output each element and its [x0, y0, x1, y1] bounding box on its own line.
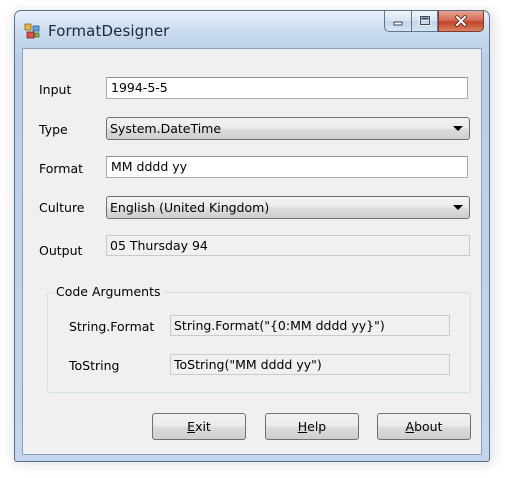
- code-arguments-group: Code Arguments String.Format String.Form…: [47, 284, 471, 393]
- help-label-rest: elp: [307, 419, 327, 434]
- maximize-button[interactable]: [411, 11, 438, 32]
- type-label: Type: [39, 122, 68, 137]
- app-window: FormatDesigner Input 1994-5-5 Type Syste…: [14, 10, 490, 462]
- client-area: Input 1994-5-5 Type System.DateTime Form…: [22, 48, 482, 455]
- culture-select[interactable]: English (United Kingdom): [106, 196, 470, 219]
- caption-buttons: [384, 11, 484, 33]
- chevron-down-icon: [453, 126, 463, 131]
- about-mnemonic: A: [405, 419, 415, 434]
- string-format-field[interactable]: String.Format("{0:MM dddd yy}"): [170, 315, 450, 336]
- type-select-value: System.DateTime: [110, 121, 222, 136]
- help-button[interactable]: Help: [265, 413, 359, 440]
- title-bar[interactable]: FormatDesigner: [15, 11, 489, 48]
- tostring-field[interactable]: ToString("MM dddd yy"): [170, 354, 450, 375]
- output-field[interactable]: 05 Thursday 94: [106, 235, 470, 256]
- window-title: FormatDesigner: [48, 22, 170, 40]
- chevron-down-icon: [453, 205, 463, 210]
- input-label: Input: [39, 82, 72, 97]
- about-label-rest: bout: [414, 419, 443, 434]
- format-label: Format: [39, 161, 84, 176]
- help-mnemonic: H: [297, 419, 308, 434]
- format-field[interactable]: MM dddd yy: [106, 156, 468, 178]
- app-icon: [24, 23, 40, 39]
- close-button[interactable]: [438, 11, 484, 32]
- output-label: Output: [39, 243, 83, 258]
- culture-label: Culture: [39, 200, 85, 215]
- exit-mnemonic: E: [187, 419, 196, 434]
- string-format-label: String.Format: [69, 319, 155, 334]
- about-button[interactable]: About: [377, 413, 471, 440]
- exit-label-rest: xit: [195, 419, 211, 434]
- type-select[interactable]: System.DateTime: [106, 117, 470, 140]
- minimize-icon: [393, 21, 403, 26]
- maximize-icon: [418, 15, 431, 26]
- minimize-button[interactable]: [384, 11, 411, 32]
- code-arguments-legend: Code Arguments: [54, 284, 163, 299]
- close-icon: [455, 15, 467, 27]
- culture-select-value: English (United Kingdom): [110, 200, 270, 215]
- exit-button[interactable]: Exit: [152, 413, 246, 440]
- input-field[interactable]: 1994-5-5: [106, 77, 468, 99]
- tostring-label: ToString: [69, 358, 120, 373]
